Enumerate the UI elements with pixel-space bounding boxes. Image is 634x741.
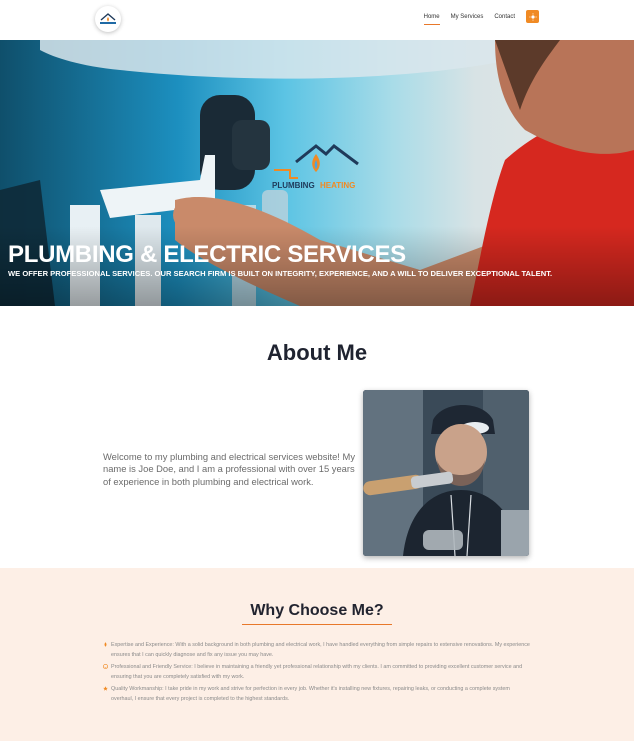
hero-title: PLUMBING & ELECTRIC SERVICES	[8, 241, 406, 268]
nav-home[interactable]: Home	[423, 12, 440, 25]
star-icon	[103, 686, 108, 692]
main-nav: Home My Services Contact	[423, 10, 539, 25]
why-item-quality: Quality Workmanship: I take pride in my …	[103, 685, 533, 704]
site-logo[interactable]	[95, 6, 121, 32]
theme-toggle-button[interactable]	[526, 10, 539, 23]
why-list: Expertise and Experience: With a solid b…	[103, 641, 533, 708]
sun-icon	[528, 12, 537, 21]
house-flame-logo-icon	[100, 13, 116, 24]
about-text: Welcome to my plumbing and electrical se…	[103, 451, 356, 487]
hero-subtitle: WE OFFER PROFESSIONAL SERVICES. OUR SEAR…	[8, 269, 553, 278]
smile-icon	[103, 664, 108, 670]
why-item-text: Quality Workmanship: I take pride in my …	[111, 686, 510, 702]
why-item-expertise: Expertise and Experience: With a solid b…	[103, 641, 533, 660]
why-item-text: Expertise and Experience: With a solid b…	[111, 642, 530, 658]
about-photo	[363, 390, 529, 556]
worker-photo-image	[363, 390, 529, 556]
why-title-underline	[242, 624, 392, 625]
hero-banner: PLUMBING HEATING PLUMBING & ELECTRIC SER…	[0, 40, 634, 306]
hero-logo-icon: PLUMBING HEATING	[272, 144, 359, 190]
why-choose-section: Why Choose Me? Expertise and Experience:…	[0, 568, 634, 741]
why-title: Why Choose Me?	[250, 602, 384, 619]
flame-icon	[104, 642, 107, 647]
why-item-text: Professional and Friendly Service: I bel…	[111, 664, 523, 680]
hero-logo-heating-text: HEATING	[320, 181, 355, 190]
hero-logo-plumbing-text: PLUMBING	[272, 181, 315, 190]
about-title: About Me	[266, 340, 368, 365]
why-item-service: Professional and Friendly Service: I bel…	[103, 663, 533, 682]
nav-my-services[interactable]: My Services	[451, 12, 484, 22]
site-header: Home My Services Contact	[0, 0, 634, 40]
nav-contact[interactable]: Contact	[494, 12, 515, 22]
